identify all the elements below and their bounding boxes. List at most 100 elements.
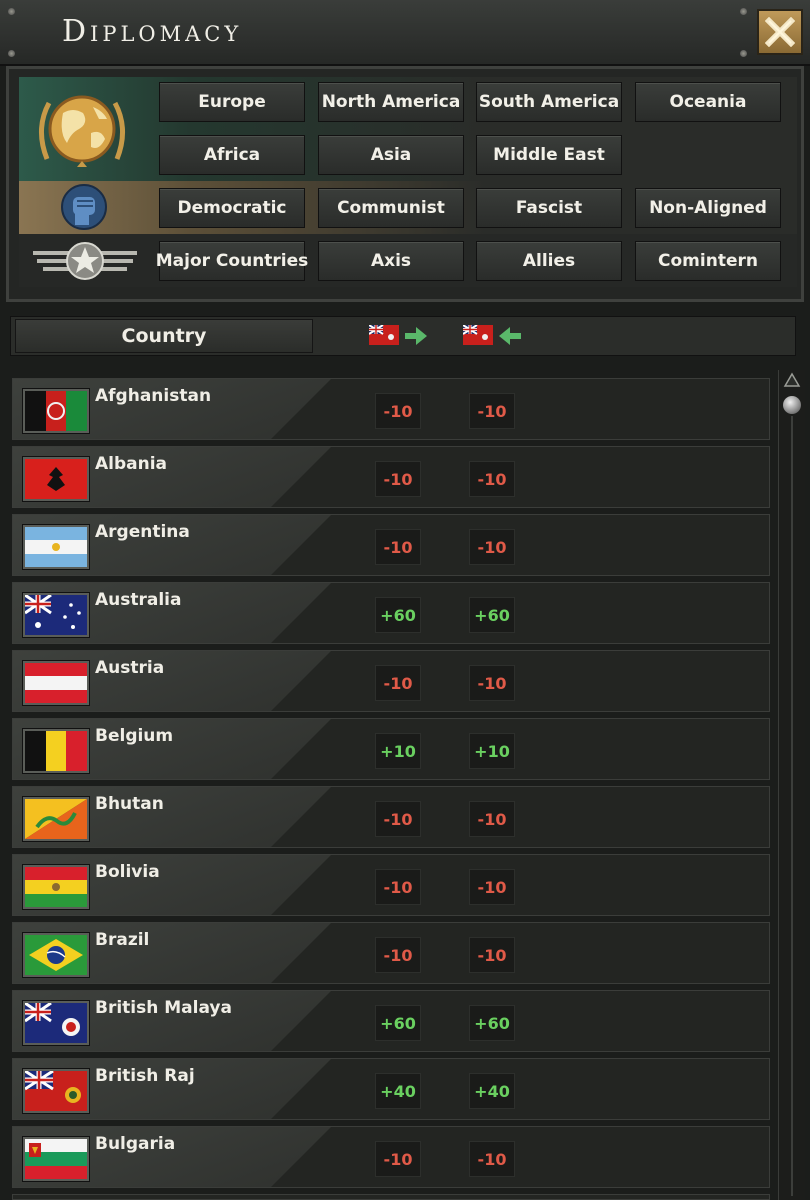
their-opinion-value: +40 [469, 1073, 515, 1109]
arrow-left-icon [499, 327, 521, 345]
filter-panel: Europe North America South America Ocean… [6, 66, 804, 302]
filter-fascist-button[interactable]: Fascist [476, 188, 622, 228]
filter-axis-button[interactable]: Axis [318, 241, 464, 281]
their-opinion-value: -10 [469, 529, 515, 565]
opinion-of-them-value: -10 [375, 461, 421, 497]
country-row[interactable]: Austria -10 -10 [12, 650, 770, 712]
rivet [740, 8, 747, 15]
country-row[interactable]: Bolivia -10 -10 [12, 854, 770, 916]
scroll-up-icon[interactable] [783, 372, 801, 388]
their-opinion-value: +10 [469, 733, 515, 769]
opinion-of-them-sort-button[interactable] [361, 319, 441, 353]
country-name: Afghanistan [95, 386, 212, 406]
window-title: Diplomacy [62, 14, 243, 49]
opinion-of-them-value: +60 [375, 597, 421, 633]
opinion-of-them-value: -10 [375, 801, 421, 837]
country-row[interactable]: British Malaya +60 +60 [12, 990, 770, 1052]
country-row[interactable]: Argentina -10 -10 [12, 514, 770, 576]
country-row[interactable]: British Raj +40 +40 [12, 1058, 770, 1120]
brazil-flag-icon [23, 933, 89, 977]
filter-oceania-button[interactable]: Oceania [635, 82, 781, 122]
filter-communist-button[interactable]: Communist [318, 188, 464, 228]
their-opinion-value: -10 [469, 393, 515, 429]
their-opinion-sort-button[interactable] [455, 319, 535, 353]
filter-north-america-button[interactable]: North America [318, 82, 464, 122]
opinion-of-them-value: -10 [375, 529, 421, 565]
country-name: Argentina [95, 522, 190, 542]
filter-comintern-button[interactable]: Comintern [635, 241, 781, 281]
filter-major-countries-button[interactable]: Major Countries [156, 241, 308, 281]
british-raj-flag-icon [23, 1069, 89, 1113]
country-row[interactable]: Bhutan -10 -10 [12, 786, 770, 848]
argentina-flag-icon [23, 525, 89, 569]
albania-flag-icon [23, 457, 89, 501]
filter-non-aligned-button[interactable]: Non-Aligned [635, 188, 781, 228]
filter-europe-button[interactable]: Europe [159, 82, 305, 122]
scroll-thumb[interactable] [783, 396, 801, 414]
opinion-of-them-value: -10 [375, 665, 421, 701]
country-name: Albania [95, 454, 168, 474]
rivet [8, 50, 15, 57]
country-row[interactable]: Belgium +10 +10 [12, 718, 770, 780]
filter-asia-button[interactable]: Asia [318, 135, 464, 175]
own-flag-icon [369, 325, 399, 345]
filter-middle-east-button[interactable]: Middle East [476, 135, 622, 175]
country-sort-button[interactable]: Country [15, 319, 313, 353]
their-opinion-value: -10 [469, 665, 515, 701]
austria-flag-icon [23, 661, 89, 705]
afghanistan-flag-icon [23, 389, 89, 433]
country-row[interactable]: Albania -10 -10 [12, 446, 770, 508]
own-flag-icon [463, 325, 493, 345]
country-name: Bolivia [95, 862, 160, 882]
australia-flag-icon [23, 593, 89, 637]
their-opinion-value: +60 [469, 1005, 515, 1041]
their-opinion-value: -10 [469, 801, 515, 837]
country-name: Bhutan [95, 794, 164, 814]
country-name: Australia [95, 590, 182, 610]
their-opinion-value: -10 [469, 461, 515, 497]
country-name: Austria [95, 658, 165, 678]
opinion-of-them-value: +60 [375, 1005, 421, 1041]
filter-allies-button[interactable]: Allies [476, 241, 622, 281]
opinion-of-them-value: -10 [375, 869, 421, 905]
filter-democratic-button[interactable]: Democratic [159, 188, 305, 228]
scrollbar[interactable] [778, 370, 805, 1200]
rivet [8, 8, 15, 15]
close-icon [765, 17, 795, 47]
country-name: Brazil [95, 930, 150, 950]
column-header: Country [10, 316, 796, 356]
opinion-of-them-value: +40 [375, 1073, 421, 1109]
their-opinion-value: -10 [469, 1141, 515, 1177]
country-name: Bulgaria [95, 1134, 176, 1154]
list-item[interactable] [12, 1194, 770, 1200]
opinion-of-them-value: -10 [375, 1141, 421, 1177]
country-row[interactable]: Brazil -10 -10 [12, 922, 770, 984]
country-name: Belgium [95, 726, 174, 746]
filter-africa-button[interactable]: Africa [159, 135, 305, 175]
country-name: British Malaya [95, 998, 232, 1018]
bolivia-flag-icon [23, 865, 89, 909]
arrow-right-icon [405, 327, 427, 345]
star-wings-icon [33, 242, 137, 280]
country-row[interactable]: Afghanistan -10 -10 [12, 378, 770, 440]
bhutan-flag-icon [23, 797, 89, 841]
country-row[interactable]: Bulgaria -10 -10 [12, 1126, 770, 1188]
title-bar: Diplomacy [0, 0, 810, 66]
rivet [740, 50, 747, 57]
country-name: British Raj [95, 1066, 195, 1086]
scroll-track[interactable] [791, 416, 793, 1196]
their-opinion-value: -10 [469, 869, 515, 905]
british-malaya-flag-icon [23, 1001, 89, 1045]
belgium-flag-icon [23, 729, 89, 773]
globe-icon [39, 95, 125, 167]
fist-icon [61, 184, 107, 230]
opinion-of-them-value: -10 [375, 937, 421, 973]
their-opinion-value: +60 [469, 597, 515, 633]
filter-south-america-button[interactable]: South America [476, 82, 622, 122]
opinion-of-them-value: -10 [375, 393, 421, 429]
close-button[interactable] [757, 9, 803, 55]
opinion-of-them-value: +10 [375, 733, 421, 769]
bulgaria-flag-icon [23, 1137, 89, 1181]
their-opinion-value: -10 [469, 937, 515, 973]
country-row[interactable]: Australia +60 +60 [12, 582, 770, 644]
